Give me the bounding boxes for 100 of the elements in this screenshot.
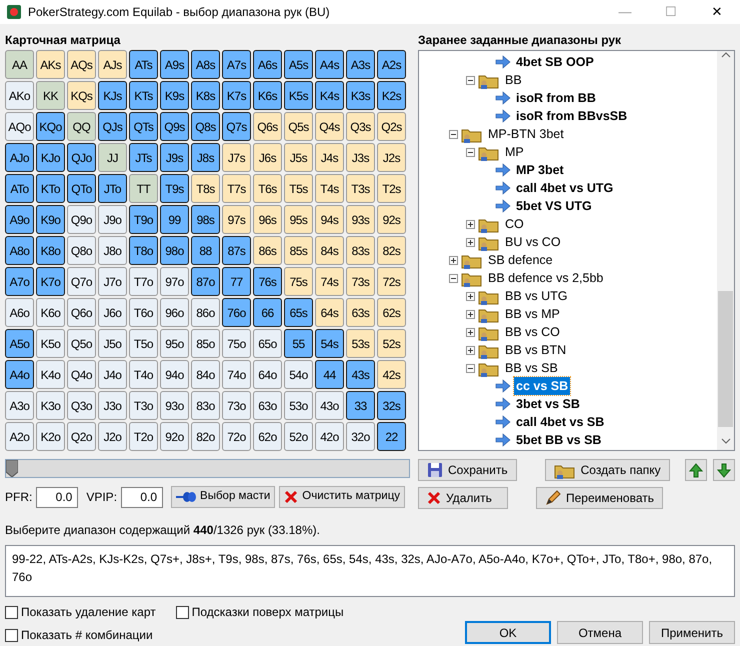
hand-cell[interactable]: T6o bbox=[129, 298, 158, 327]
hand-cell[interactable]: K9o bbox=[36, 205, 65, 234]
range-item[interactable]: call 4bet vs UTG bbox=[514, 178, 616, 198]
hand-cell[interactable]: 65s bbox=[284, 298, 313, 327]
hand-cell[interactable]: 53s bbox=[346, 329, 375, 358]
hand-cell[interactable]: 74o bbox=[222, 360, 251, 389]
hand-cell[interactable]: 82s bbox=[377, 236, 406, 265]
checkbox[interactable] bbox=[5, 628, 18, 642]
hand-cell[interactable]: 94o bbox=[160, 360, 189, 389]
hand-cell[interactable]: K5o bbox=[36, 329, 65, 358]
folder-item[interactable]: CO bbox=[503, 214, 526, 234]
folder-item[interactable]: BB vs MP bbox=[503, 304, 562, 324]
hand-cell[interactable]: AQo bbox=[5, 112, 34, 141]
range-item[interactable]: MP 3bet bbox=[514, 160, 566, 180]
hand-cell[interactable]: A6o bbox=[5, 298, 34, 327]
hand-cell[interactable]: A3o bbox=[5, 391, 34, 420]
hand-cell[interactable]: KJo bbox=[36, 143, 65, 172]
range-item[interactable]: cc vs SB bbox=[514, 376, 570, 396]
collapse-toggle[interactable] bbox=[466, 76, 475, 84]
hand-cell[interactable]: 85s bbox=[284, 236, 313, 265]
range-item[interactable]: 3bet vs SB bbox=[514, 394, 582, 414]
hand-cell[interactable]: J2s bbox=[377, 143, 406, 172]
hand-cell[interactable]: 62s bbox=[377, 298, 406, 327]
hand-cell[interactable]: T4o bbox=[129, 360, 158, 389]
hand-cell[interactable]: 42s bbox=[377, 360, 406, 389]
hand-cell[interactable]: 74s bbox=[315, 267, 344, 296]
hand-cell[interactable]: A8s bbox=[191, 50, 220, 79]
hand-cell[interactable]: K7o bbox=[36, 267, 65, 296]
hand-cell[interactable]: 83o bbox=[191, 391, 220, 420]
expand-toggle[interactable] bbox=[466, 310, 475, 318]
hand-cell[interactable]: T2s bbox=[377, 174, 406, 203]
hand-cell[interactable]: 95o bbox=[160, 329, 189, 358]
range-item[interactable]: call 4bet vs SB bbox=[514, 412, 606, 432]
hand-cell[interactable]: 98o bbox=[160, 236, 189, 265]
hand-cell[interactable]: T8o bbox=[129, 236, 158, 265]
scrollbar-thumb[interactable] bbox=[718, 291, 733, 427]
hand-cell[interactable]: Q4o bbox=[67, 360, 96, 389]
hand-cell[interactable]: Q8o bbox=[67, 236, 96, 265]
hand-cell[interactable]: AQs bbox=[67, 50, 96, 79]
hand-cell[interactable]: T5o bbox=[129, 329, 158, 358]
hand-cell[interactable]: A8o bbox=[5, 236, 34, 265]
hand-cell[interactable]: K9s bbox=[160, 81, 189, 110]
folder-item[interactable]: BB vs CO bbox=[503, 322, 562, 342]
hand-cell[interactable]: 22 bbox=[377, 422, 406, 451]
hand-cell[interactable]: 33 bbox=[346, 391, 375, 420]
hand-cell[interactable]: Q3s bbox=[346, 112, 375, 141]
hand-cell[interactable]: 96s bbox=[253, 205, 282, 234]
hand-cell[interactable]: Q6s bbox=[253, 112, 282, 141]
hand-cell[interactable]: 73o bbox=[222, 391, 251, 420]
tree-button[interactable]: Создать папку bbox=[544, 459, 670, 481]
hand-cell[interactable]: K8s bbox=[191, 81, 220, 110]
hand-cell[interactable]: KTo bbox=[36, 174, 65, 203]
hand-cell[interactable]: 99 bbox=[160, 205, 189, 234]
hand-cell[interactable]: Q2o bbox=[67, 422, 96, 451]
hand-cell[interactable]: 92s bbox=[377, 205, 406, 234]
scrollbar[interactable] bbox=[717, 51, 734, 450]
collapse-toggle[interactable] bbox=[466, 148, 475, 156]
hand-cell[interactable]: 75s bbox=[284, 267, 313, 296]
tree-button[interactable]: Переименовать bbox=[536, 487, 663, 509]
hand-cell[interactable]: Q8s bbox=[191, 112, 220, 141]
hand-cell[interactable]: T5s bbox=[284, 174, 313, 203]
range-text-field[interactable]: 99-22, ATs-A2s, KJs-K2s, Q7s+, J8s+, T9s, 98s, 87s, 76s, 65s, 54s, 43s, 32s, AJo-A7o, A5o-A4o, K7o+, QTo+, JTo, T8o+, 98o, 87o, 76o bbox=[5, 545, 735, 597]
hand-cell[interactable]: 86o bbox=[191, 298, 220, 327]
dialog-button[interactable]: Отмена bbox=[557, 621, 643, 644]
hand-cell[interactable]: 63s bbox=[346, 298, 375, 327]
hand-cell[interactable]: 32s bbox=[377, 391, 406, 420]
hand-cell[interactable]: 93o bbox=[160, 391, 189, 420]
range-item[interactable]: 5bet BB vs SB bbox=[514, 430, 604, 450]
dialog-button[interactable]: OK bbox=[465, 621, 551, 644]
hand-cell[interactable]: 64o bbox=[253, 360, 282, 389]
hand-cell[interactable]: 85o bbox=[191, 329, 220, 358]
hand-cell[interactable]: A5s bbox=[284, 50, 313, 79]
slider-thumb[interactable] bbox=[6, 460, 18, 477]
folder-item[interactable]: BB vs UTG bbox=[503, 286, 570, 306]
hand-cell[interactable]: Q7o bbox=[67, 267, 96, 296]
hand-cell[interactable]: J5s bbox=[284, 143, 313, 172]
hand-cell[interactable]: A7s bbox=[222, 50, 251, 79]
hand-cell[interactable]: 54o bbox=[284, 360, 313, 389]
number-field[interactable]: 0.0 bbox=[36, 486, 78, 508]
hand-cell[interactable]: K2o bbox=[36, 422, 65, 451]
hand-cell[interactable]: Q3o bbox=[67, 391, 96, 420]
range-item[interactable]: 5bet VS UTG bbox=[514, 196, 594, 216]
hand-cell[interactable]: 98s bbox=[191, 205, 220, 234]
hand-cell[interactable]: K6o bbox=[36, 298, 65, 327]
hand-cell[interactable]: 77 bbox=[222, 267, 251, 296]
dialog-button[interactable]: Применить bbox=[649, 621, 735, 644]
hand-cell[interactable]: 52o bbox=[284, 422, 313, 451]
hand-cell[interactable]: AJo bbox=[5, 143, 34, 172]
hand-cell[interactable]: 42o bbox=[315, 422, 344, 451]
hand-cell[interactable]: K5s bbox=[284, 81, 313, 110]
hand-cell[interactable]: 65o bbox=[253, 329, 282, 358]
hand-cell[interactable]: J7s bbox=[222, 143, 251, 172]
hand-cell[interactable]: ATs bbox=[129, 50, 158, 79]
hand-cell[interactable]: K8o bbox=[36, 236, 65, 265]
hand-cell[interactable]: JTo bbox=[98, 174, 127, 203]
hand-cell[interactable]: Q2s bbox=[377, 112, 406, 141]
hand-cell[interactable]: 44 bbox=[315, 360, 344, 389]
collapse-toggle[interactable] bbox=[449, 274, 458, 282]
hand-cell[interactable]: 73s bbox=[346, 267, 375, 296]
hand-cell[interactable]: K7s bbox=[222, 81, 251, 110]
